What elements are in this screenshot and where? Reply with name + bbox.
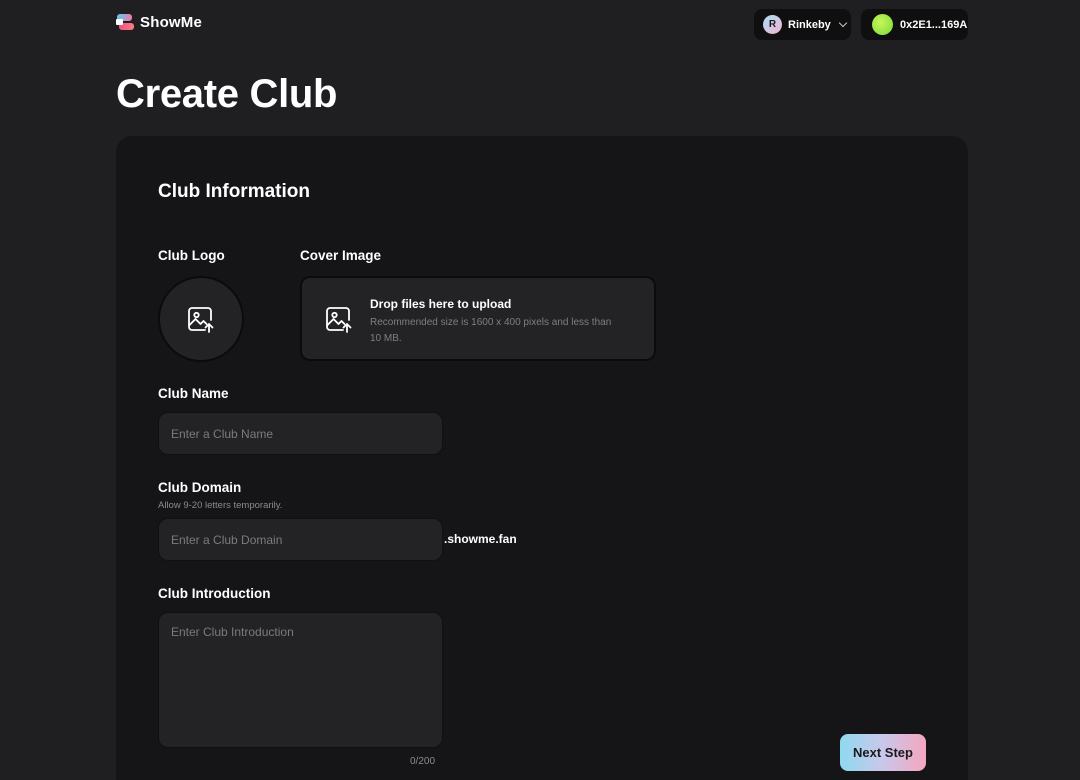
club-logo-label: Club Logo [158,248,225,263]
club-introduction-textarea[interactable] [158,612,443,748]
showme-logo-icon [116,13,135,32]
brand-name: ShowMe [140,14,203,31]
club-name-label: Club Name [158,386,229,401]
brand-logo[interactable]: ShowMe [116,13,202,32]
chevron-down-icon [838,18,848,28]
character-counter: 0/200 [410,756,436,767]
wallet-button[interactable]: 0x2E1...169A [861,9,968,40]
club-domain-hint: Allow 9-20 letters temporarily. [158,500,283,511]
network-avatar: R [763,15,782,34]
image-upload-icon [326,307,352,333]
domain-suffix: .showme.fan [444,532,517,546]
club-name-input[interactable] [158,412,443,455]
section-title: Club Information [158,181,310,202]
club-introduction-label: Club Introduction [158,586,271,601]
page-title: Create Club [116,72,338,116]
dropzone-description: Recommended size is 1600 x 400 pixels an… [370,317,612,344]
dropzone-title: Drop files here to upload [370,297,512,311]
club-domain-input[interactable] [158,518,443,561]
club-domain-label: Club Domain [158,480,242,495]
wallet-address: 0x2E1...169A [900,18,968,31]
page: ShowMe R Rinkeby 0x2E1...169A Create Clu… [0,0,1080,780]
club-form-card: Club Information Club Logo Cover Image D… [116,136,968,780]
wallet-avatar [872,14,893,35]
cover-image-dropzone[interactable]: Drop files here to upload Recommended si… [300,276,656,361]
image-upload-icon [188,307,214,333]
club-logo-upload[interactable] [158,276,244,362]
cover-image-label: Cover Image [300,248,382,263]
next-step-button[interactable]: Next Step [840,734,926,771]
network-label: Rinkeby [788,18,831,31]
network-selector[interactable]: R Rinkeby [754,9,851,40]
